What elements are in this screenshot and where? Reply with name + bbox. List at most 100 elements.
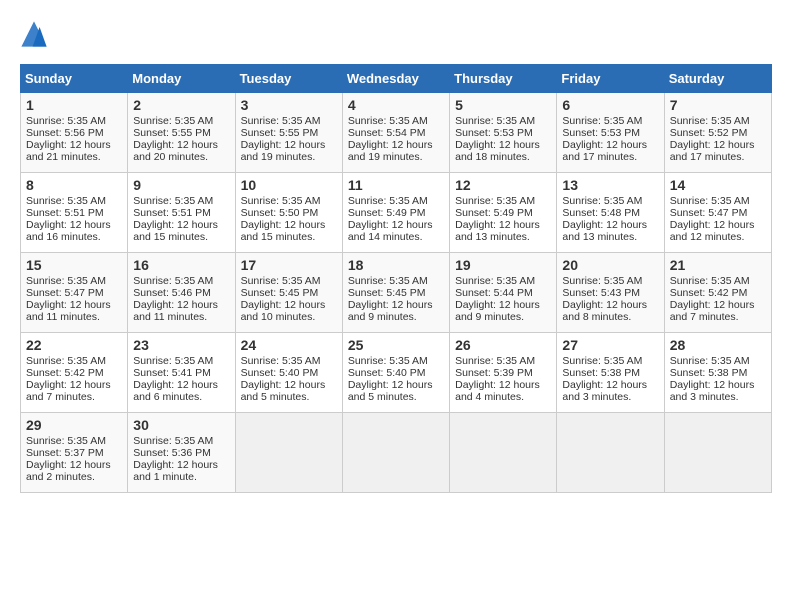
day-number: 12 xyxy=(455,177,551,193)
calendar-cell xyxy=(235,413,342,493)
sunrise-text: Sunrise: 5:35 AM xyxy=(26,355,106,367)
day-number: 7 xyxy=(670,97,766,113)
sunrise-text: Sunrise: 5:35 AM xyxy=(562,195,642,207)
day-number: 28 xyxy=(670,337,766,353)
sunrise-text: Sunrise: 5:35 AM xyxy=(348,355,428,367)
day-number: 30 xyxy=(133,417,229,433)
sunset-text: Sunset: 5:36 PM xyxy=(133,447,211,459)
calendar-cell: 16Sunrise: 5:35 AMSunset: 5:46 PMDayligh… xyxy=(128,253,235,333)
calendar-cell: 17Sunrise: 5:35 AMSunset: 5:45 PMDayligh… xyxy=(235,253,342,333)
sunrise-text: Sunrise: 5:35 AM xyxy=(26,195,106,207)
day-number: 19 xyxy=(455,257,551,273)
sunrise-text: Sunrise: 5:35 AM xyxy=(133,275,213,287)
daylight-text: Daylight: 12 hours and 5 minutes. xyxy=(348,379,433,403)
sunrise-text: Sunrise: 5:35 AM xyxy=(133,115,213,127)
daylight-text: Daylight: 12 hours and 15 minutes. xyxy=(133,219,218,243)
daylight-text: Daylight: 12 hours and 19 minutes. xyxy=(348,139,433,163)
day-number: 21 xyxy=(670,257,766,273)
calendar-cell: 10Sunrise: 5:35 AMSunset: 5:50 PMDayligh… xyxy=(235,173,342,253)
sunrise-text: Sunrise: 5:35 AM xyxy=(241,195,321,207)
calendar-week-3: 15Sunrise: 5:35 AMSunset: 5:47 PMDayligh… xyxy=(21,253,772,333)
day-number: 8 xyxy=(26,177,122,193)
sunset-text: Sunset: 5:52 PM xyxy=(670,127,748,139)
sunset-text: Sunset: 5:47 PM xyxy=(670,207,748,219)
day-number: 13 xyxy=(562,177,658,193)
day-number: 25 xyxy=(348,337,444,353)
sunset-text: Sunset: 5:54 PM xyxy=(348,127,426,139)
sunrise-text: Sunrise: 5:35 AM xyxy=(26,435,106,447)
day-number: 9 xyxy=(133,177,229,193)
daylight-text: Daylight: 12 hours and 13 minutes. xyxy=(562,219,647,243)
calendar-cell: 8Sunrise: 5:35 AMSunset: 5:51 PMDaylight… xyxy=(21,173,128,253)
calendar-cell: 21Sunrise: 5:35 AMSunset: 5:42 PMDayligh… xyxy=(664,253,771,333)
day-number: 22 xyxy=(26,337,122,353)
sunrise-text: Sunrise: 5:35 AM xyxy=(348,115,428,127)
calendar-cell xyxy=(664,413,771,493)
header-thursday: Thursday xyxy=(450,65,557,93)
calendar-cell: 28Sunrise: 5:35 AMSunset: 5:38 PMDayligh… xyxy=(664,333,771,413)
sunset-text: Sunset: 5:49 PM xyxy=(455,207,533,219)
sunset-text: Sunset: 5:41 PM xyxy=(133,367,211,379)
sunrise-text: Sunrise: 5:35 AM xyxy=(26,275,106,287)
header-friday: Friday xyxy=(557,65,664,93)
calendar-cell: 14Sunrise: 5:35 AMSunset: 5:47 PMDayligh… xyxy=(664,173,771,253)
day-number: 20 xyxy=(562,257,658,273)
calendar-body: 1Sunrise: 5:35 AMSunset: 5:56 PMDaylight… xyxy=(21,93,772,493)
day-number: 16 xyxy=(133,257,229,273)
day-number: 14 xyxy=(670,177,766,193)
daylight-text: Daylight: 12 hours and 8 minutes. xyxy=(562,299,647,323)
sunset-text: Sunset: 5:45 PM xyxy=(241,287,319,299)
day-number: 27 xyxy=(562,337,658,353)
day-number: 26 xyxy=(455,337,551,353)
sunrise-text: Sunrise: 5:35 AM xyxy=(562,115,642,127)
calendar-cell: 25 Sunrise: 5:35 AMSunset: 5:40 PMDayligh… xyxy=(342,333,449,413)
calendar-cell: 11Sunrise: 5:35 AMSunset: 5:49 PMDayligh… xyxy=(342,173,449,253)
sunrise-text: Sunrise: 5:35 AM xyxy=(455,275,535,287)
calendar-cell xyxy=(342,413,449,493)
calendar-cell: 6Sunrise: 5:35 AMSunset: 5:53 PMDaylight… xyxy=(557,93,664,173)
sunset-text: Sunset: 5:53 PM xyxy=(562,127,640,139)
sunrise-text: Sunrise: 5:35 AM xyxy=(348,195,428,207)
calendar-cell: 27Sunrise: 5:35 AMSunset: 5:38 PMDayligh… xyxy=(557,333,664,413)
sunset-text: Sunset: 5:47 PM xyxy=(26,287,104,299)
day-number: 29 xyxy=(26,417,122,433)
day-number: 3 xyxy=(241,97,337,113)
sunrise-text: Sunrise: 5:35 AM xyxy=(241,275,321,287)
daylight-text: Daylight: 12 hours and 6 minutes. xyxy=(133,379,218,403)
calendar-cell: 22Sunrise: 5:35 AMSunset: 5:42 PMDayligh… xyxy=(21,333,128,413)
sunrise-text: Sunrise: 5:35 AM xyxy=(670,355,750,367)
sunset-text: Sunset: 5:49 PM xyxy=(348,207,426,219)
daylight-text: Daylight: 12 hours and 3 minutes. xyxy=(670,379,755,403)
calendar-cell: 20Sunrise: 5:35 AMSunset: 5:43 PMDayligh… xyxy=(557,253,664,333)
page-header xyxy=(20,20,772,48)
daylight-text: Daylight: 12 hours and 7 minutes. xyxy=(26,379,111,403)
day-number: 1 xyxy=(26,97,122,113)
sunset-text: Sunset: 5:37 PM xyxy=(26,447,104,459)
sunset-text: Sunset: 5:40 PM xyxy=(348,367,426,379)
sunset-text: Sunset: 5:42 PM xyxy=(670,287,748,299)
sunrise-text: Sunrise: 5:35 AM xyxy=(670,115,750,127)
calendar-week-1: 1Sunrise: 5:35 AMSunset: 5:56 PMDaylight… xyxy=(21,93,772,173)
daylight-text: Daylight: 12 hours and 17 minutes. xyxy=(670,139,755,163)
daylight-text: Daylight: 12 hours and 13 minutes. xyxy=(455,219,540,243)
daylight-text: Daylight: 12 hours and 9 minutes. xyxy=(348,299,433,323)
daylight-text: Daylight: 12 hours and 9 minutes. xyxy=(455,299,540,323)
sunrise-text: Sunrise: 5:35 AM xyxy=(133,355,213,367)
sunset-text: Sunset: 5:55 PM xyxy=(133,127,211,139)
calendar-week-5: 29Sunrise: 5:35 AMSunset: 5:37 PMDayligh… xyxy=(21,413,772,493)
calendar-cell: 30Sunrise: 5:35 AMSunset: 5:36 PMDayligh… xyxy=(128,413,235,493)
sunset-text: Sunset: 5:39 PM xyxy=(455,367,533,379)
sunset-text: Sunset: 5:51 PM xyxy=(26,207,104,219)
daylight-text: Daylight: 12 hours and 4 minutes. xyxy=(455,379,540,403)
sunset-text: Sunset: 5:51 PM xyxy=(133,207,211,219)
sunset-text: Sunset: 5:44 PM xyxy=(455,287,533,299)
calendar-cell: 29Sunrise: 5:35 AMSunset: 5:37 PMDayligh… xyxy=(21,413,128,493)
calendar-cell: 24Sunrise: 5:35 AMSunset: 5:40 PMDayligh… xyxy=(235,333,342,413)
calendar-cell: 1Sunrise: 5:35 AMSunset: 5:56 PMDaylight… xyxy=(21,93,128,173)
header-row: SundayMondayTuesdayWednesdayThursdayFrid… xyxy=(21,65,772,93)
day-number: 23 xyxy=(133,337,229,353)
day-number: 11 xyxy=(348,177,444,193)
sunrise-text: Sunrise: 5:35 AM xyxy=(455,195,535,207)
sunset-text: Sunset: 5:40 PM xyxy=(241,367,319,379)
sunset-text: Sunset: 5:53 PM xyxy=(455,127,533,139)
